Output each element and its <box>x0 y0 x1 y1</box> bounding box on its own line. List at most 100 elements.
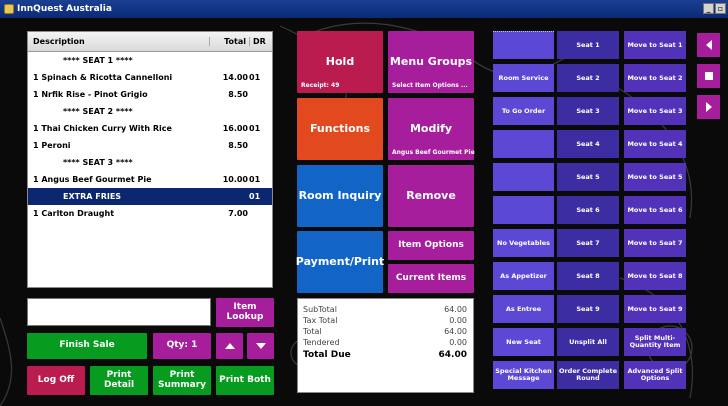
order-row-description: **** SEAT 3 **** <box>63 158 133 167</box>
modifier-button[interactable] <box>493 163 554 191</box>
receipt-number: Receipt: 49 <box>301 82 340 90</box>
title-bar: InnQuest Australia _ ▫ <box>0 0 728 18</box>
modifier-button[interactable]: As Entree <box>493 295 554 323</box>
modifier-button[interactable] <box>493 130 554 158</box>
move-to-seat-button[interactable]: Move to Seat 8 <box>624 262 686 290</box>
move-to-seat-button[interactable]: Move to Seat 7 <box>624 229 686 257</box>
minimize-icon[interactable]: _ <box>703 3 714 14</box>
menu-groups-hint: Select Item Options ... <box>392 82 468 90</box>
order-row[interactable]: **** SEAT 2 **** <box>28 103 272 120</box>
order-row-description: **** SEAT 1 **** <box>63 56 133 65</box>
move-to-seat-button[interactable]: Move to Seat 5 <box>624 163 686 191</box>
tax-label: Tax Total <box>303 316 338 325</box>
print-both-button[interactable]: Print Both <box>216 366 274 395</box>
seat-button[interactable]: Seat 9 <box>557 295 619 323</box>
modifier-button[interactable]: Special Kitchen Message <box>493 361 554 389</box>
total-due-value: 64.00 <box>438 350 467 360</box>
finish-sale-button[interactable]: Finish Sale <box>27 333 147 359</box>
column-header-total[interactable]: Total <box>209 37 249 46</box>
order-row-dr: 01 <box>249 73 261 82</box>
page-stop-button[interactable] <box>697 64 720 88</box>
page-prev-button[interactable] <box>697 33 720 57</box>
modifier-button[interactable] <box>493 31 554 59</box>
item-lookup-button[interactable]: Item Lookup <box>216 298 274 327</box>
qty-button[interactable]: Qty: 1 <box>153 333 211 359</box>
order-row-total: 7.00 <box>228 209 248 218</box>
move-to-seat-button[interactable]: Advanced Split Options <box>624 361 686 389</box>
order-rows: **** SEAT 1 **** 1 Spinach & Ricotta Cann… <box>28 52 272 222</box>
order-row[interactable]: **** SEAT 3 **** <box>28 154 272 171</box>
order-list[interactable]: Description Total DR **** SEAT 1 **** 1 S… <box>27 31 273 288</box>
modifier-button[interactable]: As Appetizer <box>493 262 554 290</box>
print-detail-button[interactable]: Print Detail <box>90 366 148 395</box>
order-row[interactable]: 1 Peroni 8.50 <box>28 137 272 154</box>
item-entry-input[interactable] <box>27 298 211 326</box>
tax-value: 0.00 <box>449 316 467 325</box>
order-row[interactable]: 1 Thai Chicken Curry With Rice 16.00 01 <box>28 120 272 137</box>
log-off-button[interactable]: Log Off <box>27 366 85 395</box>
modify-label: Modify <box>409 121 453 135</box>
arrow-up-icon <box>224 343 235 349</box>
seat-button[interactable]: Seat 2 <box>557 64 619 92</box>
move-to-seat-button[interactable]: Move to Seat 9 <box>624 295 686 323</box>
page-next-button[interactable] <box>697 95 720 119</box>
seat-button[interactable]: Seat 7 <box>557 229 619 257</box>
tendered-row: Tendered 0.00 <box>303 338 467 349</box>
column-header-description[interactable]: Description <box>28 37 209 46</box>
move-to-seat-button[interactable]: Split Multi-Quantity Item <box>624 328 686 356</box>
order-row-dr: 01 <box>249 124 261 133</box>
qty-down-button[interactable] <box>247 333 274 359</box>
seat-button[interactable]: Seat 3 <box>557 97 619 125</box>
order-row[interactable]: EXTRA FRIES 01 <box>28 188 272 205</box>
seat-button[interactable]: Seat 6 <box>557 196 619 224</box>
subtotal-value: 64.00 <box>444 305 467 314</box>
remove-button[interactable]: Remove <box>388 165 474 227</box>
seat-button[interactable]: Order Complete Round <box>557 361 619 389</box>
move-to-seat-button[interactable]: Move to Seat 3 <box>624 97 686 125</box>
menu-groups-button[interactable]: Menu Groups Select Item Options ... <box>388 31 474 93</box>
current-items-button[interactable]: Current Items <box>388 264 474 293</box>
order-row[interactable]: 1 Carlton Draught 7.00 <box>28 205 272 222</box>
order-row-total: 10.00 <box>222 175 248 184</box>
order-row-description: **** SEAT 2 **** <box>63 107 133 116</box>
move-to-seat-button[interactable]: Move to Seat 4 <box>624 130 686 158</box>
order-row-description: 1 Thai Chicken Curry With Rice <box>33 124 172 133</box>
functions-button[interactable]: Functions <box>297 98 383 160</box>
total-row: Total 64.00 <box>303 327 467 338</box>
item-options-button[interactable]: Item Options <box>388 231 474 260</box>
move-to-seat-button[interactable]: Move to Seat 1 <box>624 31 686 59</box>
arrow-down-icon <box>255 343 266 349</box>
move-to-seat-button[interactable]: Move to Seat 2 <box>624 64 686 92</box>
seat-button[interactable]: Seat 5 <box>557 163 619 191</box>
seat-button[interactable]: Seat 1 <box>557 31 619 59</box>
modify-button[interactable]: Modify Angus Beef Gourmet Pie <box>388 98 475 160</box>
window-controls: _ ▫ <box>703 3 726 14</box>
modifier-button[interactable]: Room Service <box>493 64 554 92</box>
modifier-button[interactable]: To Go Order <box>493 97 554 125</box>
hold-button[interactable]: Hold Receipt: 49 <box>297 31 383 93</box>
modifier-button[interactable]: No Vegetables <box>493 229 554 257</box>
room-inquiry-button[interactable]: Room Inquiry <box>297 165 383 227</box>
seat-button[interactable]: Seat 4 <box>557 130 619 158</box>
qty-up-button[interactable] <box>216 333 243 359</box>
order-row[interactable]: 1 Spinach & Ricotta Cannelloni 14.00 01 <box>28 69 272 86</box>
order-row[interactable]: 1 Angus Beef Gourmet Pie 10.00 01 <box>28 171 272 188</box>
order-row-total: 14.00 <box>222 73 248 82</box>
modifier-button[interactable]: New Seat <box>493 328 554 356</box>
triangle-right-icon <box>705 102 712 112</box>
restore-icon[interactable]: ▫ <box>715 3 726 14</box>
payment-print-button[interactable]: Payment/Print <box>296 231 384 293</box>
move-to-seat-button[interactable]: Move to Seat 6 <box>624 196 686 224</box>
order-row[interactable]: 1 Nrfik Rise - Pinot Grigio 8.50 <box>28 86 272 103</box>
seat-button[interactable]: Seat 8 <box>557 262 619 290</box>
modifier-button[interactable] <box>493 196 554 224</box>
order-row-total: 8.50 <box>228 90 248 99</box>
subtotal-label: SubTotal <box>303 305 337 314</box>
column-header-dr[interactable]: DR <box>249 37 271 46</box>
print-summary-button[interactable]: Print Summary <box>153 366 211 395</box>
tendered-value: 0.00 <box>449 338 467 347</box>
order-row[interactable]: **** SEAT 1 **** <box>28 52 272 69</box>
order-row-description: 1 Angus Beef Gourmet Pie <box>33 175 152 184</box>
seat-button[interactable]: Unsplit All <box>557 328 619 356</box>
window-title: InnQuest Australia <box>17 4 112 14</box>
